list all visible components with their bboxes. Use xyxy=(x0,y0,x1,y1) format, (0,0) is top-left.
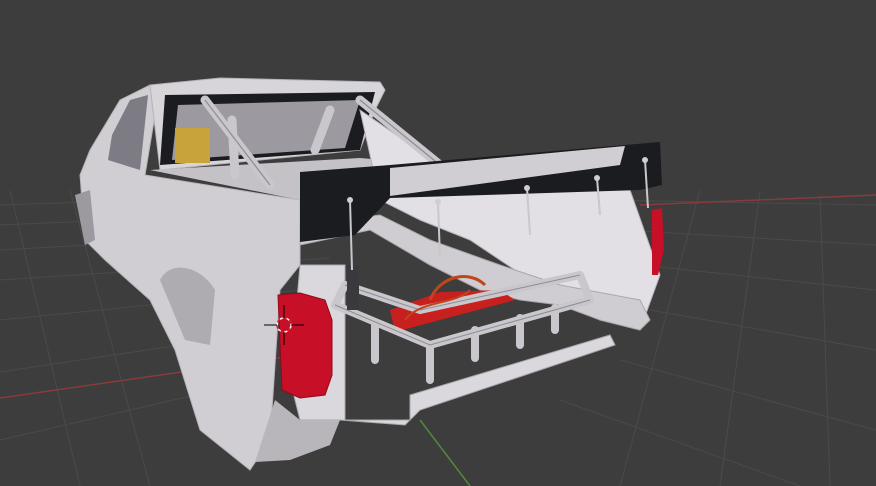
shock-absorber xyxy=(347,265,359,310)
truck-model[interactable] xyxy=(75,77,664,471)
seat xyxy=(175,128,210,163)
taillight-right xyxy=(652,208,664,275)
3d-viewport[interactable] xyxy=(0,0,876,486)
viewport-canvas[interactable] xyxy=(0,0,876,486)
taillight-left xyxy=(277,292,333,399)
y-axis-line xyxy=(419,419,471,486)
